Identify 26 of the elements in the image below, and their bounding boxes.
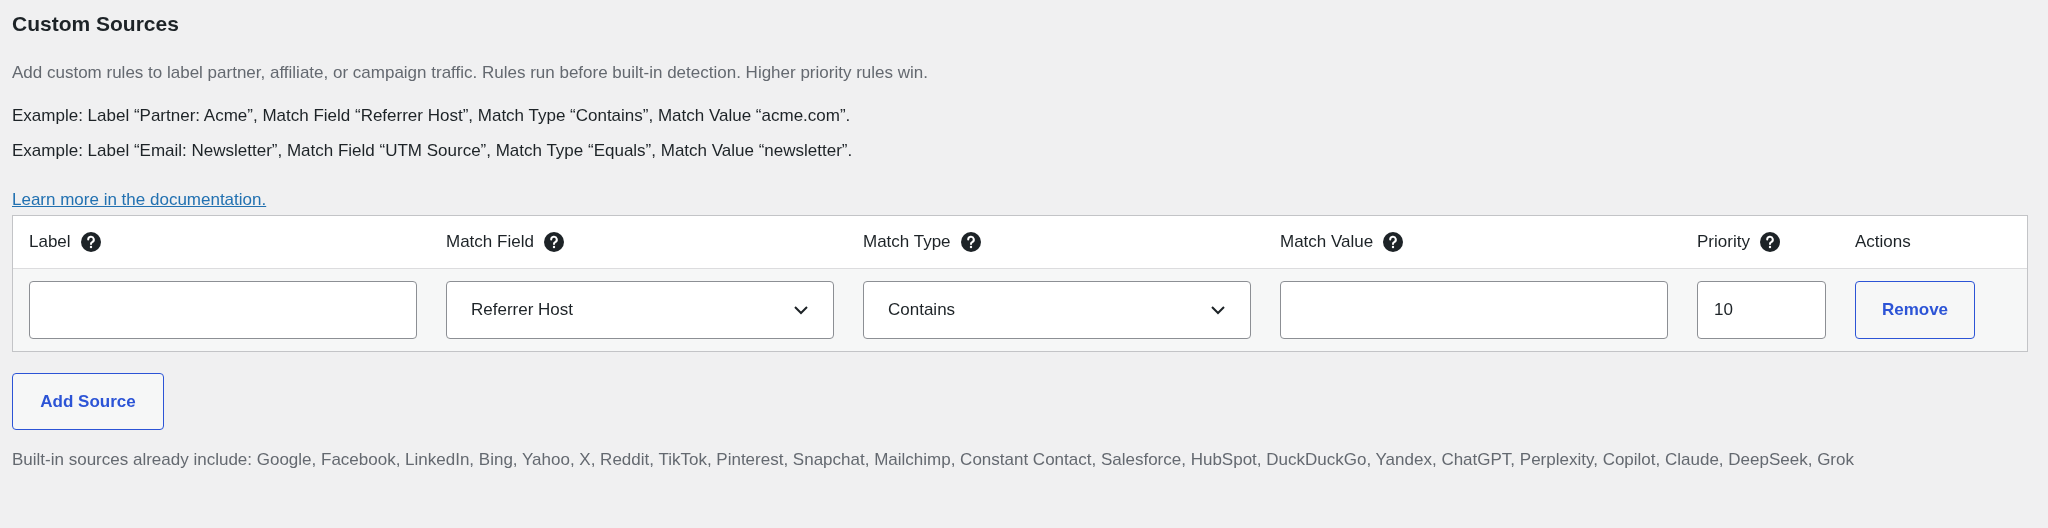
help-icon[interactable] [960, 232, 981, 252]
add-source-button[interactable]: Add Source [12, 373, 164, 430]
column-header: Label [29, 231, 71, 254]
example-text: Example: Label “Partner: Acme”, Match Field “Referrer Host”, Match Type “Contains”, Match Value “acme.com”. [12, 105, 852, 127]
remove-button[interactable]: Remove [1855, 281, 1975, 339]
help-icon[interactable] [80, 232, 101, 252]
description-text: Add custom rules to label partner, affiliate, or campaign traffic. Rules run before built-in detection. Higher priority rules win. [12, 62, 929, 84]
built-in-sources-text: Built-in sources already include: Google, Facebook, LinkedIn, Bing, Yahoo, X, Reddit, TikTok, Pinterest, Snapchat, Mailchimp, Constant Contact, Salesforce, HubSpot, DuckDuckGo, Yandex, ChatGPT, Perplexity, Copilot, Claude, DeepSeek, Grok [12, 449, 1855, 471]
text-input[interactable]: 10 [1697, 281, 1826, 339]
chevron-down-icon [793, 305, 809, 315]
column-header: Match Type [863, 231, 951, 254]
select-dropdown[interactable]: Referrer Host [446, 281, 834, 339]
select-dropdown[interactable]: Contains [863, 281, 1251, 339]
chevron-down-icon [1210, 305, 1226, 315]
help-icon[interactable] [543, 232, 564, 252]
help-icon[interactable] [1759, 232, 1780, 252]
example-text: Example: Label “Email: Newsletter”, Match Field “UTM Source”, Match Type “Equals”, Match Value “newsletter”. [12, 140, 854, 162]
text-input[interactable] [1280, 281, 1668, 339]
text-input[interactable] [29, 281, 417, 339]
column-header: Match Value [1280, 231, 1374, 254]
documentation-link[interactable]: Learn more in the documentation. [12, 190, 267, 209]
help-icon[interactable] [1383, 232, 1404, 252]
column-header: Priority [1697, 231, 1750, 254]
column-header: Actions [1855, 231, 1911, 254]
column-header: Match Field [446, 231, 534, 254]
section-heading: Custom Sources [12, 11, 180, 37]
